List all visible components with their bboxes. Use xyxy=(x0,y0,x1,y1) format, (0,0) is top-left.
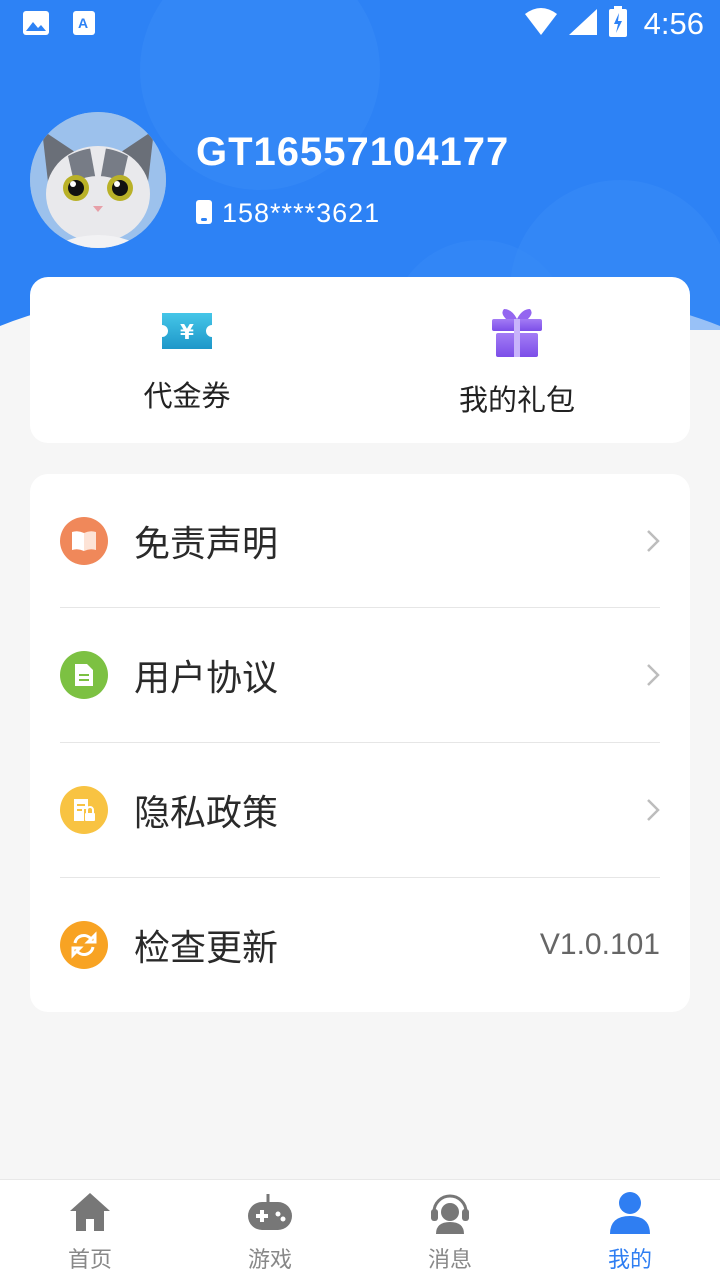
nav-home[interactable]: 首页 xyxy=(30,1190,150,1274)
gift-icon xyxy=(490,307,544,363)
app-version: V1.0.101 xyxy=(539,928,660,961)
privacy-lock-icon xyxy=(60,786,108,834)
phone-icon xyxy=(196,199,212,228)
status-bar: A 4:56 xyxy=(0,0,720,48)
wifi-icon xyxy=(524,8,558,40)
home-icon xyxy=(68,1190,112,1238)
menu-item-label: 免责声明 xyxy=(134,524,279,565)
settings-menu-card: 免责声明 用户协议 隐私政策 检查更新 V1.0.101 xyxy=(30,474,690,1012)
nav-label: 我的 xyxy=(607,1248,652,1273)
refresh-icon xyxy=(60,921,108,969)
menu-item-check-update[interactable]: 检查更新 V1.0.101 xyxy=(60,878,660,1012)
my-gift-label: 我的礼包 xyxy=(458,383,575,417)
translate-icon: A xyxy=(72,10,96,40)
menu-item-disclaimer[interactable]: 免责声明 xyxy=(60,474,660,608)
nav-messages[interactable]: 消息 xyxy=(390,1190,510,1274)
menu-item-privacy-policy[interactable]: 隐私政策 xyxy=(60,743,660,877)
signal-icon xyxy=(568,8,598,40)
bottom-nav: 首页 游戏 消息 我的 xyxy=(0,1179,720,1280)
nav-label: 首页 xyxy=(67,1248,112,1273)
chevron-right-icon xyxy=(646,663,660,691)
my-gift-button[interactable]: 我的礼包 xyxy=(417,307,617,419)
document-icon xyxy=(60,651,108,699)
nav-label: 消息 xyxy=(427,1248,472,1273)
voucher-icon: ¥ xyxy=(158,307,216,359)
battery-icon xyxy=(608,6,628,42)
gamepad-icon xyxy=(246,1190,294,1238)
svg-text:A: A xyxy=(78,15,88,31)
book-icon xyxy=(60,517,108,565)
svg-text:¥: ¥ xyxy=(180,320,194,344)
nav-label: 游戏 xyxy=(247,1248,292,1273)
quick-actions-card: ¥ 代金券 我的礼包 xyxy=(30,277,690,443)
cat-avatar-image xyxy=(30,112,166,248)
voucher-button[interactable]: ¥ 代金券 xyxy=(87,307,287,415)
phone-row: 158****3621 xyxy=(196,198,380,229)
phone-number: 158****3621 xyxy=(222,198,381,228)
menu-item-label: 隐私政策 xyxy=(134,793,279,834)
headset-icon xyxy=(428,1190,472,1238)
user-icon xyxy=(608,1190,652,1238)
menu-item-label: 检查更新 xyxy=(134,928,279,969)
gallery-icon xyxy=(22,10,50,40)
chevron-right-icon xyxy=(646,529,660,557)
status-time: 4:56 xyxy=(643,6,704,41)
nav-games[interactable]: 游戏 xyxy=(210,1190,330,1274)
username: GT16557104177 xyxy=(196,130,510,174)
voucher-label: 代金券 xyxy=(143,379,231,413)
nav-mine[interactable]: 我的 xyxy=(570,1190,690,1274)
menu-item-user-agreement[interactable]: 用户协议 xyxy=(60,608,660,742)
chevron-right-icon xyxy=(646,798,660,826)
menu-item-label: 用户协议 xyxy=(134,658,279,699)
avatar[interactable] xyxy=(30,112,166,248)
